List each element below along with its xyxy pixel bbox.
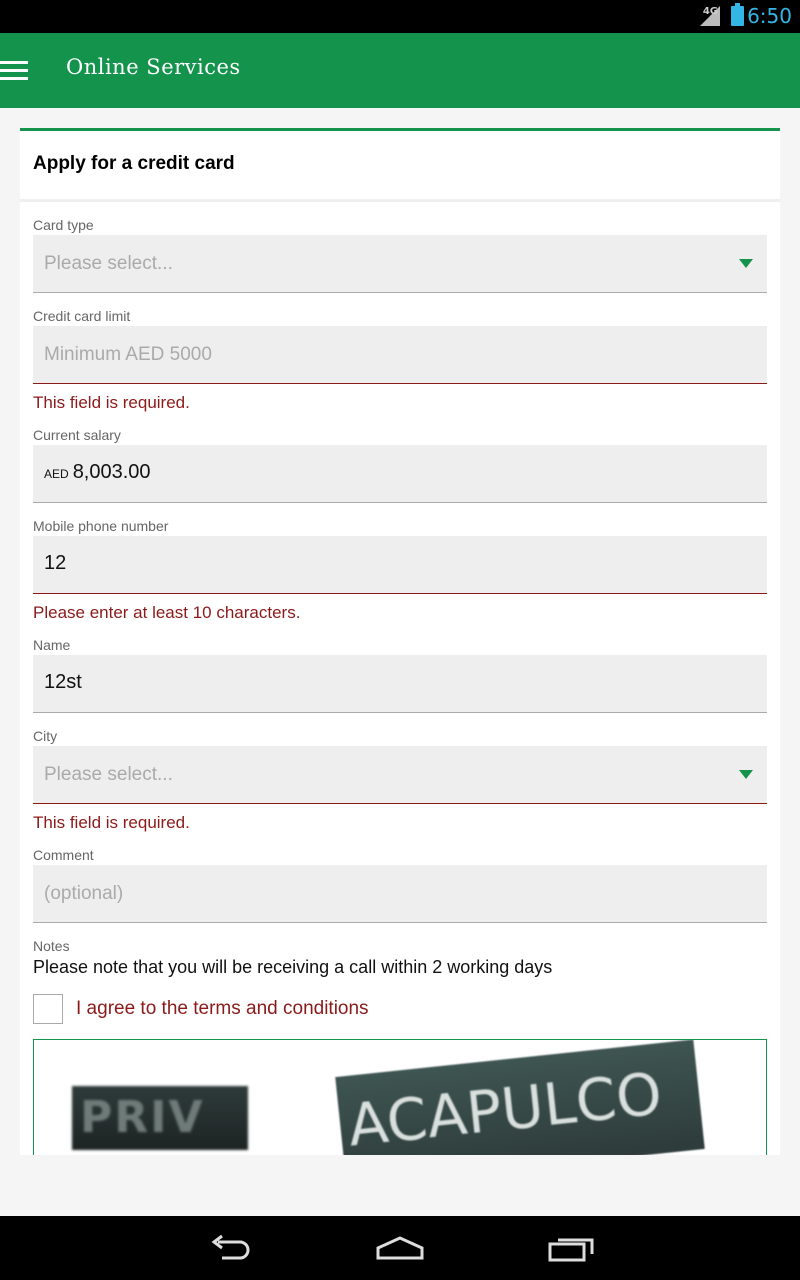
terms-label[interactable]: I agree to the terms and conditions [76,998,369,1020]
dropdown-arrow-icon [739,259,753,268]
captcha-image: PRIV ACAPULCO [33,1039,767,1155]
notes-text: Please note that you will be receiving a… [33,957,553,977]
notes-label: Notes [33,938,70,954]
terms-checkbox[interactable] [33,994,63,1024]
form-title: Apply for a credit card [33,153,235,174]
city-error: This field is required. [33,813,190,832]
mobile-phone-input[interactable]: 12 [33,536,767,594]
mobile-phone-label: Mobile phone number [33,518,169,534]
network-type: 4G [702,6,718,17]
current-salary-input[interactable]: AED 8,003.00 [33,445,767,503]
home-icon[interactable] [376,1234,424,1262]
salary-amount: 8,003.00 [72,461,151,483]
city-select[interactable]: Please select... [33,746,767,804]
credit-limit-input[interactable]: Minimum AED 5000 [33,326,767,384]
captcha-word-2: ACAPULCO [335,1040,705,1155]
app-title: Online Services [66,55,241,79]
captcha-word-1: PRIV [72,1086,248,1150]
card-type-label: Card type [33,217,94,233]
dropdown-arrow-icon [739,770,753,779]
city-label: City [33,728,58,744]
mobile-phone-error: Please enter at least 10 characters. [33,603,301,622]
system-nav-bar [0,1216,800,1280]
recent-apps-icon[interactable] [548,1234,594,1262]
battery-icon [731,3,744,26]
comment-placeholder: (optional) [44,883,124,904]
credit-limit-placeholder: Minimum AED 5000 [44,344,212,365]
city-placeholder: Please select... [44,764,173,785]
credit-card-form: Apply for a credit card Card type Please… [20,128,780,1155]
back-icon[interactable] [208,1234,252,1262]
currency-prefix: AED [44,467,69,481]
credit-limit-label: Credit card limit [33,308,131,324]
status-time: 6:50 [747,4,792,28]
current-salary-label: Current salary [33,427,121,443]
mobile-phone-value: 12 [44,552,67,574]
card-type-placeholder: Please select... [44,253,173,274]
comment-label: Comment [33,847,94,863]
name-label: Name [33,637,71,653]
current-salary-value: AED 8,003.00 [44,461,151,484]
name-value: 12st [44,671,82,693]
card-type-select[interactable]: Please select... [33,235,767,293]
form-header: Apply for a credit card [20,131,780,202]
credit-limit-error: This field is required. [33,393,190,412]
comment-input[interactable]: (optional) [33,865,767,923]
status-bar: 4G 6:50 [0,0,800,33]
app-bar: Online Services [0,33,800,108]
hamburger-menu-icon[interactable] [0,61,28,81]
name-input[interactable]: 12st [33,655,767,713]
